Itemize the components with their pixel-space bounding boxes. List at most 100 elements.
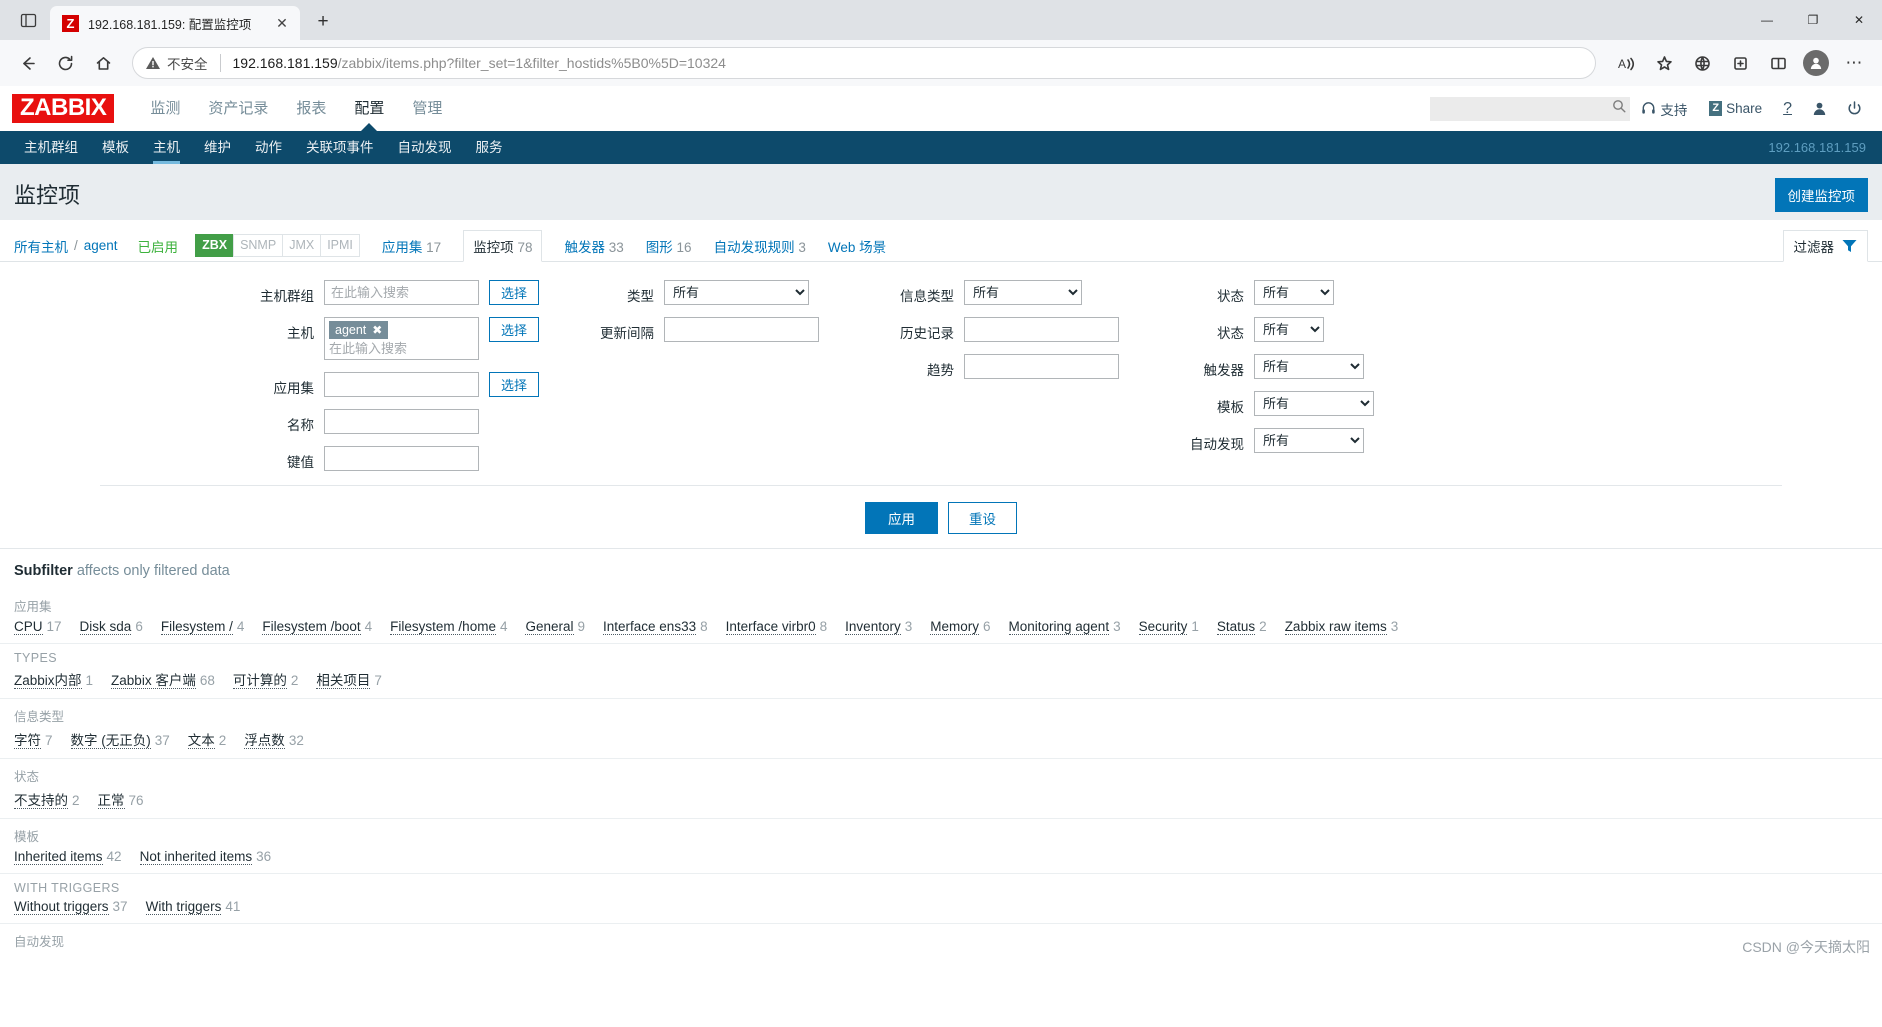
minimize-button[interactable]: —	[1744, 0, 1790, 40]
nav-item-inventory[interactable]: 资产记录	[194, 86, 282, 131]
name-input[interactable]	[324, 409, 479, 434]
trends-input[interactable]	[964, 354, 1119, 379]
host-status-enabled[interactable]: 已启用	[118, 236, 179, 256]
subfilter-item[interactable]: 可计算的 2	[232, 669, 298, 689]
window-close-button[interactable]: ✕	[1836, 0, 1882, 40]
subfilter-item[interactable]: Zabbix内部 1	[14, 669, 93, 689]
tab-discovery-rules[interactable]: 自动发现规则 3	[714, 231, 806, 261]
application-input[interactable]	[324, 372, 479, 397]
application-select-button[interactable]: 选择	[489, 372, 540, 397]
subnav-item-services[interactable]: 服务	[464, 131, 515, 164]
status-select[interactable]: 所有	[1254, 317, 1324, 342]
host-select-button[interactable]: 选择	[489, 317, 540, 342]
nav-item-reports[interactable]: 报表	[282, 86, 340, 131]
subfilter-item[interactable]: Security 1	[1138, 619, 1199, 635]
subfilter-item[interactable]: Zabbix raw items 3	[1284, 619, 1398, 635]
subfilter-item[interactable]: With triggers 41	[145, 899, 240, 915]
subfilter-item[interactable]: Memory 6	[930, 619, 991, 635]
search-icon[interactable]	[1612, 99, 1626, 118]
browser-tab[interactable]: Z 192.168.181.159: 配置监控项 ✕	[50, 6, 300, 40]
tab-graphs[interactable]: 图形 16	[646, 231, 692, 261]
back-arrow-icon[interactable]	[10, 46, 44, 80]
subfilter-item[interactable]: Inventory 3	[845, 619, 912, 635]
favorite-star-icon[interactable]	[1646, 46, 1682, 80]
host-search-input[interactable]	[329, 341, 474, 356]
address-bar[interactable]: 不安全 192.168.181.159/zabbix/items.php?fil…	[132, 47, 1596, 79]
key-input[interactable]	[324, 446, 479, 471]
info-type-select[interactable]: 所有	[964, 280, 1082, 305]
maximize-button[interactable]: ❐	[1790, 0, 1836, 40]
state-select[interactable]: 所有	[1254, 280, 1334, 305]
subfilter-item[interactable]: Status 2	[1216, 619, 1267, 635]
host-chip-remove-icon[interactable]: ✖	[372, 323, 382, 337]
discovery-select[interactable]: 所有	[1254, 428, 1364, 453]
new-tab-button[interactable]: +	[308, 7, 338, 37]
history-input[interactable]	[964, 317, 1119, 342]
subfilter-item[interactable]: Filesystem /4	[160, 619, 244, 635]
security-warning[interactable]: 不安全	[145, 53, 208, 73]
tab-items[interactable]: 监控项 78	[463, 230, 543, 262]
subfilter-item[interactable]: Filesystem /boot 4	[262, 619, 372, 635]
filter-tab[interactable]: 过滤器	[1782, 230, 1868, 262]
template-select[interactable]: 所有	[1254, 391, 1374, 416]
nav-item-monitoring[interactable]: 监测	[136, 86, 194, 131]
tab-applications[interactable]: 应用集 17	[382, 231, 441, 261]
subfilter-item[interactable]: Interface ens33 8	[603, 619, 708, 635]
subnav-item-host-groups[interactable]: 主机群组	[12, 131, 90, 164]
power-signout-icon[interactable]	[1837, 101, 1872, 116]
subfilter-item[interactable]: Not inherited items 36	[139, 849, 271, 865]
global-search[interactable]	[1430, 96, 1631, 121]
subnav-item-templates[interactable]: 模板	[90, 131, 141, 164]
tab-triggers[interactable]: 触发器 33	[564, 231, 623, 261]
update-interval-input[interactable]	[664, 317, 819, 342]
subfilter-item[interactable]: 字符 7	[14, 729, 53, 749]
subnav-item-maintenance[interactable]: 维护	[192, 131, 243, 164]
subfilter-item[interactable]: 正常 76	[97, 789, 144, 809]
share-link[interactable]: Z Share	[1698, 101, 1773, 116]
host-multiselect[interactable]: agent ✖	[324, 317, 479, 360]
support-link[interactable]: 支持	[1630, 99, 1698, 119]
host-chip-agent[interactable]: agent ✖	[329, 321, 389, 339]
breadcrumb-all-hosts[interactable]: 所有主机	[14, 236, 68, 256]
protocol-badge-ipmi[interactable]: IPMI	[320, 233, 360, 258]
apply-button[interactable]: 应用	[865, 502, 938, 534]
settings-more-icon[interactable]: ⋯	[1836, 46, 1872, 80]
profile-avatar-icon[interactable]	[1798, 46, 1834, 80]
subfilter-item[interactable]: Without triggers 37	[14, 899, 128, 915]
subfilter-item[interactable]: CPU 17	[14, 619, 62, 635]
host-group-input[interactable]	[324, 280, 479, 305]
subfilter-item[interactable]: 浮点数 32	[244, 729, 304, 749]
reload-icon[interactable]	[48, 46, 82, 80]
create-item-button[interactable]: 创建监控项	[1774, 178, 1868, 212]
nav-item-configuration[interactable]: 配置	[340, 86, 398, 131]
protocol-badge-zbx[interactable]: ZBX	[195, 233, 235, 258]
host-group-select-button[interactable]: 选择	[489, 280, 540, 305]
reset-button[interactable]: 重设	[948, 502, 1017, 534]
browser-essentials-icon[interactable]	[1684, 46, 1720, 80]
nav-item-administration[interactable]: 管理	[398, 86, 456, 131]
search-input[interactable]	[1436, 101, 1613, 116]
type-select[interactable]: 所有	[664, 280, 809, 305]
tab-web-scenarios[interactable]: Web 场景	[828, 231, 886, 261]
close-icon[interactable]: ✕	[272, 13, 292, 33]
subnav-item-correlation[interactable]: 关联项事件	[294, 131, 386, 164]
subnav-item-hosts[interactable]: 主机	[141, 131, 192, 164]
subfilter-item[interactable]: Inherited items 42	[14, 849, 122, 865]
protocol-badge-snmp[interactable]: SNMP	[233, 233, 284, 258]
subfilter-item[interactable]: Interface virbr0 8	[725, 619, 827, 635]
tab-list-icon[interactable]	[6, 0, 50, 40]
subnav-item-discovery[interactable]: 自动发现	[386, 131, 464, 164]
help-icon[interactable]: ?	[1773, 100, 1802, 118]
subnav-item-actions[interactable]: 动作	[243, 131, 294, 164]
user-icon[interactable]	[1802, 101, 1837, 116]
home-icon[interactable]	[86, 46, 120, 80]
zabbix-logo[interactable]: ZABBIX	[12, 94, 115, 123]
protocol-badge-jmx[interactable]: JMX	[282, 233, 322, 258]
split-screen-icon[interactable]	[1760, 46, 1796, 80]
subfilter-item[interactable]: 数字 (无正负) 37	[70, 729, 170, 749]
subfilter-item[interactable]: Filesystem /home 4	[390, 619, 507, 635]
subfilter-item[interactable]: Zabbix 客户端 68	[111, 669, 215, 689]
collections-icon[interactable]	[1722, 46, 1758, 80]
subfilter-item[interactable]: 文本 2	[187, 729, 226, 749]
subfilter-item[interactable]: General 9	[525, 619, 585, 635]
